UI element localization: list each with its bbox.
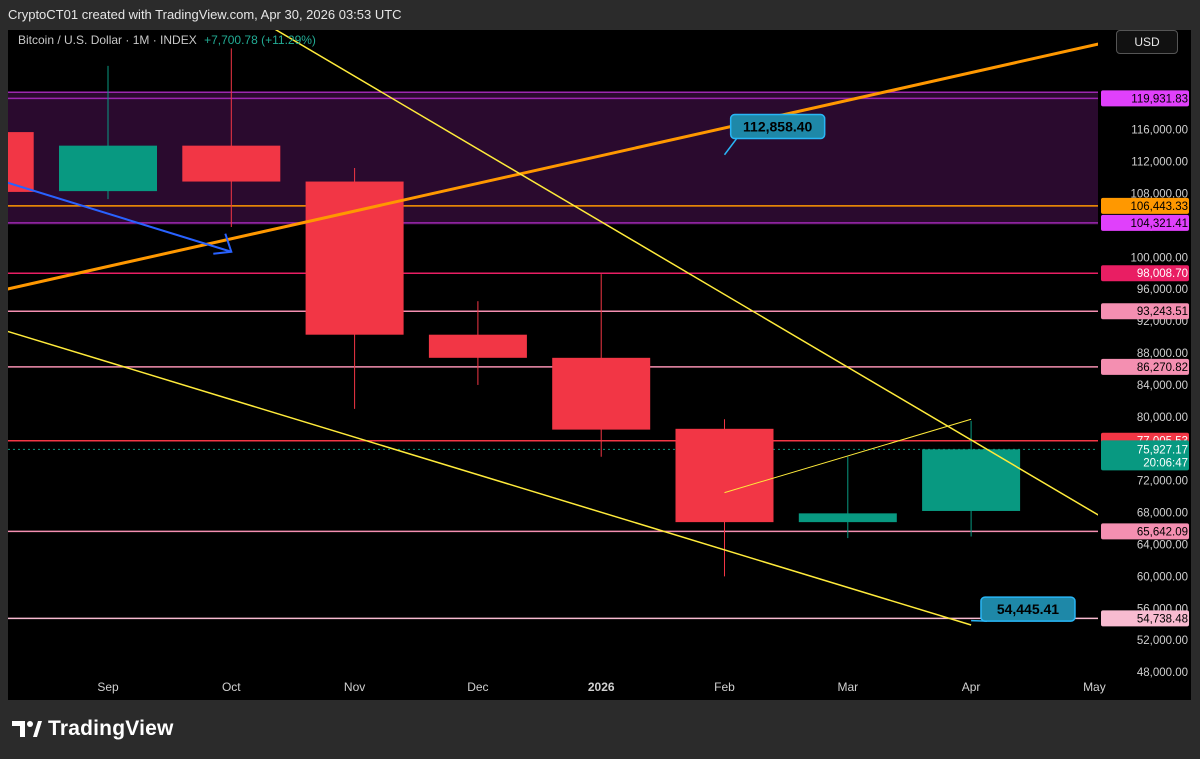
countdown-label: 20:06:47 xyxy=(1143,457,1188,469)
tradingview-logo-icon xyxy=(12,721,42,737)
y-tick-label: 116,000.00 xyxy=(1131,125,1188,137)
y-tick-label: 100,000.00 xyxy=(1130,252,1188,264)
candle-up xyxy=(798,513,897,523)
candlestick-chart: 112,858.4054,445.4148,000.0052,000.0056,… xyxy=(8,30,1191,700)
callout-label: 112,858.40 xyxy=(743,119,813,135)
y-tick-label: 84,000.00 xyxy=(1137,380,1188,392)
candle-down xyxy=(8,132,34,192)
y-tick-label: 96,000.00 xyxy=(1137,284,1188,296)
resistance-zone xyxy=(8,92,1098,225)
tradingview-logo[interactable]: TradingView xyxy=(12,717,174,741)
candle-down xyxy=(428,334,527,358)
y-tick-label: 60,000.00 xyxy=(1137,571,1188,583)
level-price-label: 65,642.09 xyxy=(1137,526,1188,538)
x-tick-label: Apr xyxy=(962,680,981,694)
brand-name: TradingView xyxy=(48,717,174,740)
level-price-label: 93,243.51 xyxy=(1137,306,1188,318)
y-tick-label: 72,000.00 xyxy=(1137,476,1188,488)
level-price-label: 54,738.48 xyxy=(1137,613,1188,625)
level-price-label: 86,270.82 xyxy=(1137,362,1188,374)
y-tick-label: 88,000.00 xyxy=(1137,348,1188,360)
chart-header: CryptoCT01 created with TradingView.com,… xyxy=(0,0,1200,30)
x-tick-label: Sep xyxy=(97,680,119,694)
candle-up xyxy=(922,449,1021,511)
chart-window: CryptoCT01 created with TradingView.com,… xyxy=(0,0,1200,759)
current-price-label: 75,927.17 xyxy=(1137,444,1188,456)
x-tick-label: Nov xyxy=(344,680,365,694)
x-tick-label: 2026 xyxy=(588,680,615,694)
level-price-label: 98,008.70 xyxy=(1137,268,1188,280)
candle-down xyxy=(552,357,651,430)
x-tick-label: May xyxy=(1083,680,1106,694)
chart-plot-area[interactable]: 112,858.40 54,445.41 48,000.00 52,000.00 56,… xyxy=(8,30,1191,700)
x-tick-label: Oct xyxy=(222,680,241,694)
level-price-label: 106,443.33 xyxy=(1130,201,1188,213)
level-price-label: 119,931.83 xyxy=(1131,93,1188,105)
x-tick-label: Feb xyxy=(714,680,735,694)
x-tick-label: Dec xyxy=(467,680,488,694)
y-tick-label: 52,000.00 xyxy=(1137,635,1188,647)
symbol-legend: Bitcoin / U.S. Dollar · 1M · INDEX +7,70… xyxy=(18,33,316,47)
symbol-name: Bitcoin / U.S. Dollar · 1M · INDEX xyxy=(18,33,197,47)
price-change: +7,700.78 (+11.29%) xyxy=(204,33,316,47)
footer: TradingView xyxy=(0,700,1200,759)
y-tick-label: 68,000.00 xyxy=(1137,508,1188,520)
callout-label: 54,445.41 xyxy=(997,601,1059,617)
candle-down xyxy=(182,145,281,182)
candle-up xyxy=(59,145,157,192)
level-price-label: 104,321.41 xyxy=(1130,218,1188,230)
y-tick-label: 80,000.00 xyxy=(1137,412,1188,424)
candle-down xyxy=(675,428,774,523)
x-tick-label: Mar xyxy=(837,680,858,694)
y-tick-label: 64,000.00 xyxy=(1137,539,1188,551)
currency-button[interactable]: USD xyxy=(1116,30,1178,54)
y-tick-label: 48,000.00 xyxy=(1137,667,1188,679)
y-tick-label: 112,000.00 xyxy=(1131,157,1188,169)
